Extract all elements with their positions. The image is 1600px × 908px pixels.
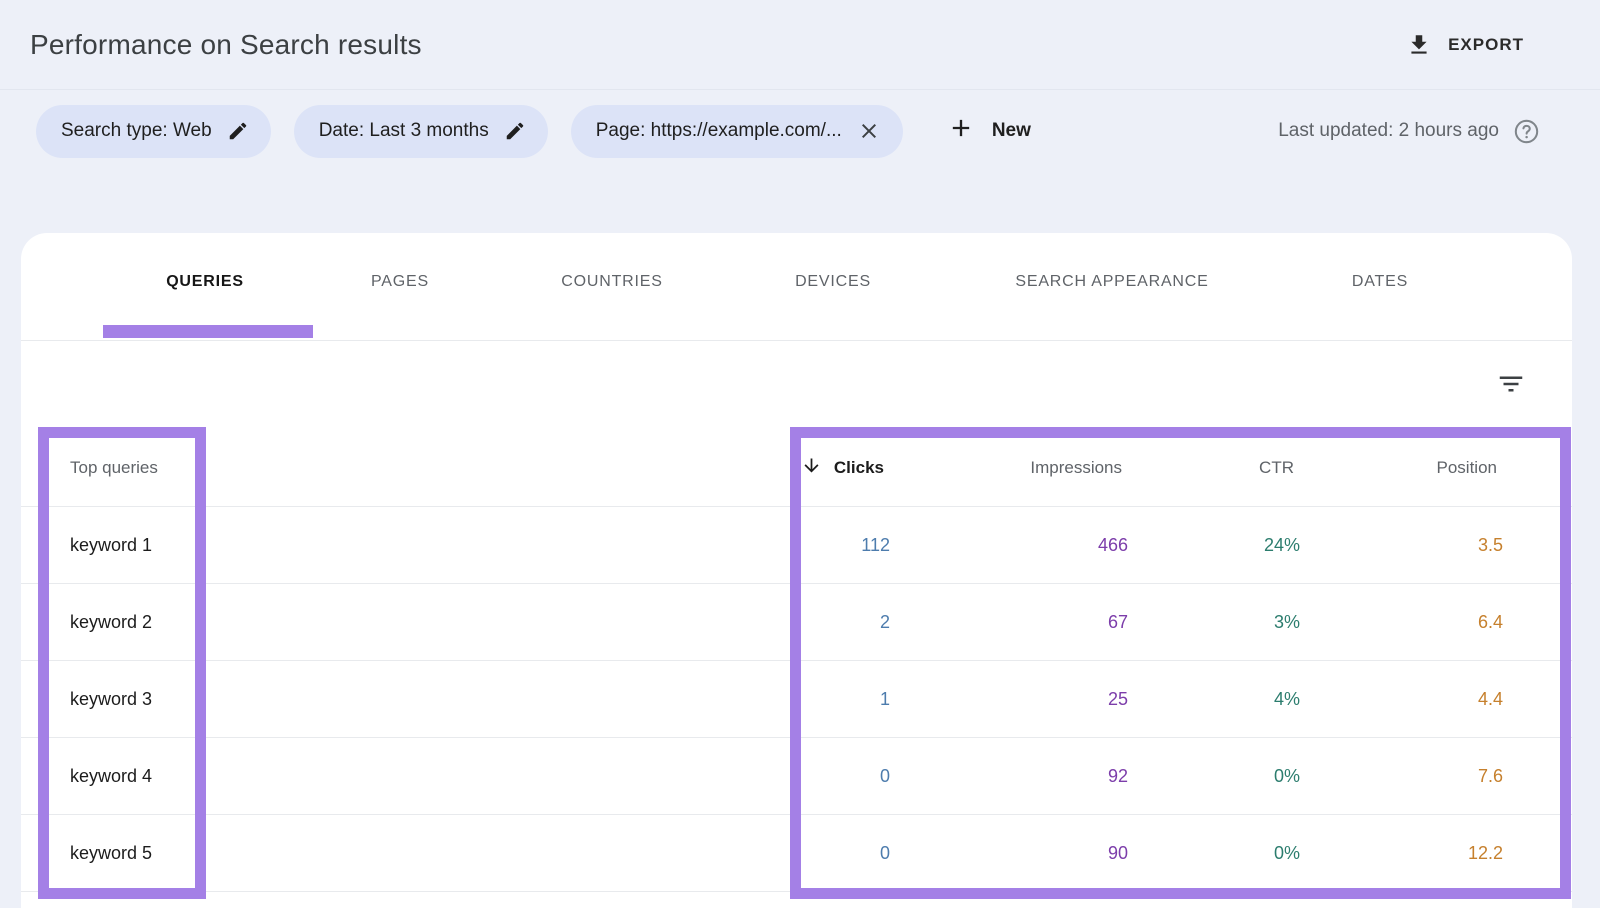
position-cell: 6.4 xyxy=(1300,612,1503,633)
help-icon[interactable] xyxy=(1513,118,1540,145)
last-updated: Last updated: 2 hours ago xyxy=(1278,118,1540,145)
table-header-row: Top queries Clicks Impressions CTR Posit… xyxy=(21,429,1572,507)
clicks-cell: 1 xyxy=(521,689,890,710)
filter-chip-label: Page: https://example.com/... xyxy=(596,120,842,142)
column-header-ctr[interactable]: CTR xyxy=(1128,457,1300,479)
impressions-cell: 90 xyxy=(890,843,1128,864)
position-cell: 3.5 xyxy=(1300,535,1503,556)
edit-pencil-icon xyxy=(504,120,526,142)
impressions-cell: 67 xyxy=(890,612,1128,633)
position-cell: 12.2 xyxy=(1300,843,1503,864)
ctr-cell: 0% xyxy=(1128,843,1300,864)
impressions-cell: 92 xyxy=(890,766,1128,787)
report-header: Performance on Search results EXPORT xyxy=(0,0,1600,90)
position-cell: 4.4 xyxy=(1300,689,1503,710)
clicks-cell: 0 xyxy=(521,843,890,864)
column-header-clicks[interactable]: Clicks xyxy=(521,454,890,482)
edit-pencil-icon xyxy=(227,120,249,142)
clicks-cell: 112 xyxy=(521,535,890,556)
column-header-top-queries: Top queries xyxy=(21,458,521,478)
column-header-impressions[interactable]: Impressions xyxy=(890,457,1128,479)
filter-funnel-icon xyxy=(1496,387,1526,402)
ctr-cell: 3% xyxy=(1128,612,1300,633)
tab-dates[interactable]: DATES xyxy=(1350,267,1410,297)
query-cell: keyword 4 xyxy=(21,766,521,787)
clicks-cell: 0 xyxy=(521,766,890,787)
download-icon xyxy=(1406,32,1432,58)
ctr-cell: 0% xyxy=(1128,766,1300,787)
impressions-cell: 25 xyxy=(890,689,1128,710)
clicks-cell: 2 xyxy=(521,612,890,633)
position-cell: 7.6 xyxy=(1300,766,1503,787)
filter-chip-label: Search type: Web xyxy=(61,120,212,142)
tab-queries[interactable]: QUERIES xyxy=(164,267,246,297)
table-row[interactable]: keyword 5 0 90 0% 12.2 xyxy=(21,815,1572,892)
new-filter-label: New xyxy=(992,120,1031,142)
queries-table: Top queries Clicks Impressions CTR Posit… xyxy=(21,429,1572,892)
filter-chip-label: Date: Last 3 months xyxy=(319,120,489,142)
table-row[interactable]: keyword 1 112 466 24% 3.5 xyxy=(21,507,1572,584)
table-toolbar xyxy=(21,341,1572,429)
impressions-cell: 466 xyxy=(890,535,1128,556)
query-cell: keyword 5 xyxy=(21,843,521,864)
report-card: QUERIES PAGES COUNTRIES DEVICES SEARCH A… xyxy=(21,233,1572,908)
column-header-clicks-label: Clicks xyxy=(834,458,884,478)
dimension-tabs: QUERIES PAGES COUNTRIES DEVICES SEARCH A… xyxy=(21,233,1572,341)
table-row[interactable]: keyword 4 0 92 0% 7.6 xyxy=(21,738,1572,815)
filter-chip-page[interactable]: Page: https://example.com/... xyxy=(571,105,903,158)
filter-bar: Search type: Web Date: Last 3 months Pag… xyxy=(0,90,1600,172)
column-header-position[interactable]: Position xyxy=(1300,457,1503,479)
last-updated-text: Last updated: 2 hours ago xyxy=(1278,120,1499,142)
active-tab-indicator xyxy=(103,325,313,338)
new-filter-button[interactable]: New xyxy=(941,108,1037,154)
table-row[interactable]: keyword 2 2 67 3% 6.4 xyxy=(21,584,1572,661)
ctr-cell: 24% xyxy=(1128,535,1300,556)
export-button[interactable]: EXPORT xyxy=(1402,24,1528,66)
export-label: EXPORT xyxy=(1448,35,1524,55)
sort-arrow-down-icon xyxy=(801,455,822,481)
query-cell: keyword 1 xyxy=(21,535,521,556)
tab-countries[interactable]: COUNTRIES xyxy=(559,267,664,297)
page-title: Performance on Search results xyxy=(30,29,422,61)
ctr-cell: 4% xyxy=(1128,689,1300,710)
tab-pages[interactable]: PAGES xyxy=(369,267,431,297)
query-cell: keyword 3 xyxy=(21,689,521,710)
filter-chip-date[interactable]: Date: Last 3 months xyxy=(294,105,548,158)
remove-filter-icon[interactable] xyxy=(857,119,881,143)
query-cell: keyword 2 xyxy=(21,612,521,633)
tab-search-appearance[interactable]: SEARCH APPEARANCE xyxy=(1013,267,1210,297)
tab-devices[interactable]: DEVICES xyxy=(793,267,873,297)
filter-rows-button[interactable] xyxy=(1492,365,1530,406)
table-row[interactable]: keyword 3 1 25 4% 4.4 xyxy=(21,661,1572,738)
plus-icon xyxy=(947,114,975,148)
filter-chip-search-type[interactable]: Search type: Web xyxy=(36,105,271,158)
